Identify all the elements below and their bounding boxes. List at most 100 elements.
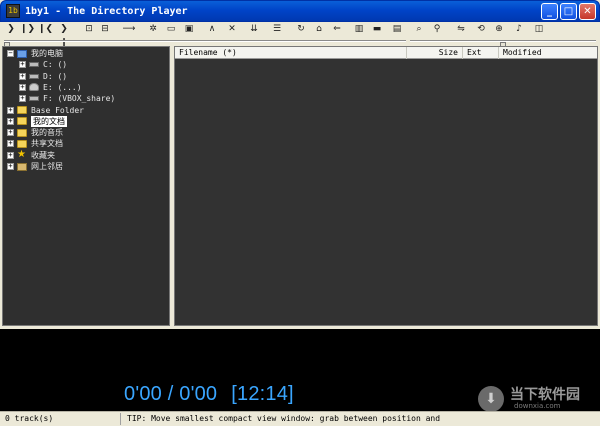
- column-modified[interactable]: Modified: [499, 47, 597, 59]
- minimize-button[interactable]: _: [541, 3, 558, 20]
- watermark: ⬇ 当下软件园 downxia.com: [478, 384, 593, 414]
- play-pause-icon[interactable]: ❙❯: [20, 22, 35, 36]
- panel-icon[interactable]: ◫: [532, 22, 546, 36]
- tree-item-label: 收藏夹: [31, 150, 55, 160]
- tree-item-label: 我的音乐: [31, 128, 63, 138]
- volume-icon[interactable]: ♪: [512, 22, 526, 36]
- tree-item-label: F: (VBOX_share): [43, 94, 116, 104]
- tree-item[interactable]: + E: (...): [19, 82, 82, 93]
- goto-icon[interactable]: ⟶: [122, 22, 136, 36]
- view-compact-icon[interactable]: ▭: [164, 22, 178, 36]
- tree-item-label: 我的文档: [31, 115, 67, 127]
- tree-item-label: 网上邻居: [31, 162, 63, 171]
- playback-time: 0'00 / 0'00: [124, 383, 218, 405]
- bookmark-icon[interactable]: ▥: [352, 22, 366, 36]
- tree-expander-icon[interactable]: +: [19, 72, 26, 80]
- tree-expander-icon[interactable]: +: [7, 140, 14, 148]
- folder-icon: [17, 106, 27, 114]
- tree-item[interactable]: + F: (VBOX_share): [19, 93, 115, 104]
- net-icon: [17, 162, 27, 171]
- column-ext[interactable]: Ext: [463, 47, 499, 59]
- tree-item[interactable]: + 网上邻居: [7, 161, 63, 172]
- tree-expander-icon[interactable]: +: [19, 95, 26, 103]
- home-icon[interactable]: ⌂: [312, 22, 326, 36]
- tree-item-label: C: (): [43, 60, 68, 70]
- open-file-icon[interactable]: ⊡: [82, 22, 96, 36]
- loop-icon[interactable]: ⟲: [474, 22, 488, 36]
- folder-icon: [17, 139, 27, 148]
- tree-item[interactable]: + D: (): [19, 71, 67, 82]
- file-list[interactable]: Filename (*) Size Ext Modified: [174, 46, 598, 326]
- status-tip: TIP: Move smallest compact view window: …: [127, 414, 441, 423]
- tree-item[interactable]: + ★ 收藏夹: [7, 150, 55, 161]
- tree-item[interactable]: + 共享文档: [7, 138, 63, 149]
- download-arrow-icon: ⬇: [478, 386, 504, 412]
- tree-item[interactable]: + 我的文档: [7, 115, 67, 127]
- tree-expander-icon[interactable]: −: [7, 50, 14, 57]
- slider-row: [0, 36, 600, 50]
- title-bar[interactable]: 1b 1by1 - The Directory Player _ □ ✕: [0, 0, 600, 22]
- tree-expander-icon[interactable]: +: [7, 151, 14, 159]
- player-display[interactable]: 0'00 / 0'00 [12:14] ⬇ 当下软件园 downxia.com: [0, 329, 600, 414]
- watermark-text: 当下软件园: [510, 387, 580, 403]
- folder-tree[interactable]: − 我的电脑 + C: () + D: () + E: (...) + F: (VBOX_shar…: [2, 46, 170, 326]
- computer-icon: [17, 49, 27, 58]
- status-bar: 0 track(s) TIP: Move smallest compact vi…: [0, 411, 600, 426]
- volume-slider[interactable]: [410, 40, 596, 50]
- file-list-header: Filename (*) Size Ext Modified: [175, 47, 597, 59]
- tree-expander-icon[interactable]: +: [7, 163, 14, 170]
- close-x-icon[interactable]: ✕: [225, 22, 239, 36]
- time-display: 0'00 / 0'00 [12:14]: [124, 383, 294, 406]
- refresh-icon[interactable]: ↻: [294, 22, 308, 36]
- maximize-button[interactable]: □: [560, 3, 577, 20]
- settings-icon[interactable]: ✲: [146, 22, 160, 36]
- window-title: 1by1 - The Directory Player: [25, 5, 188, 17]
- drive-icon: [29, 62, 39, 68]
- drive-icon: [29, 73, 39, 79]
- equalizer-icon[interactable]: ⇋: [454, 22, 468, 36]
- tree-item[interactable]: − 我的电脑: [7, 48, 63, 59]
- clock: [12:14]: [231, 383, 294, 405]
- download-icon[interactable]: ⊕: [492, 22, 506, 36]
- find-icon[interactable]: ⚲: [430, 22, 444, 36]
- tree-item-label: E: (...): [43, 82, 82, 92]
- person-icon: [29, 83, 39, 92]
- folder-icon: [17, 117, 27, 126]
- tree-item-label: Base Folder: [31, 105, 84, 115]
- tree-item-label: D: (): [43, 71, 68, 81]
- star-icon: ★: [17, 149, 26, 161]
- bar-icon[interactable]: ▬: [370, 22, 384, 36]
- seek-slider[interactable]: [4, 40, 406, 50]
- tree-item-label: 我的电脑: [31, 49, 63, 58]
- folder-icon: [17, 128, 27, 137]
- column-filename[interactable]: Filename (*): [175, 47, 407, 59]
- view-large-icon[interactable]: ▣: [182, 22, 196, 36]
- sort-icon[interactable]: ⇊: [247, 22, 261, 36]
- column-size[interactable]: Size: [407, 47, 463, 59]
- app-icon[interactable]: 1b: [6, 4, 20, 18]
- drive-icon: [29, 96, 39, 102]
- back-icon[interactable]: ⇐: [330, 22, 344, 36]
- tree-expander-icon[interactable]: +: [19, 61, 26, 69]
- open-folder-icon[interactable]: ⊟: [98, 22, 112, 36]
- status-divider: [120, 413, 121, 425]
- previous-icon[interactable]: ❙❮: [38, 22, 53, 36]
- tree-expander-icon[interactable]: +: [7, 106, 14, 114]
- tree-item-label: 共享文档: [31, 139, 63, 149]
- tree-item[interactable]: + C: (): [19, 59, 67, 70]
- search-icon[interactable]: ⌕: [412, 22, 426, 36]
- toolbar: ❯ ❙❯ ❙❮ ❯❙ ⊡ ⊟ ⟶ ✲ ▭ ▣ ∧ ✕ ⇊ ☰ ↻ ⌂ ⇐ ▥ ▬ ▤ ⌕ ⚲ ⇋ ⟲ ⊕ ♪ ◫: [0, 22, 600, 48]
- tree-expander-icon[interactable]: +: [19, 83, 26, 91]
- list-icon[interactable]: ☰: [270, 22, 284, 36]
- up-icon[interactable]: ∧: [205, 22, 219, 36]
- tree-item[interactable]: + 我的音乐: [7, 127, 63, 138]
- tree-expander-icon[interactable]: +: [7, 117, 14, 125]
- tree-item[interactable]: + Base Folder: [7, 105, 84, 116]
- watermark-subtext: downxia.com: [514, 402, 561, 410]
- play-icon[interactable]: ❯: [4, 22, 18, 36]
- tree-expander-icon[interactable]: +: [7, 129, 14, 137]
- next-icon[interactable]: ❯❙: [57, 22, 71, 48]
- track-count: 0 track(s): [5, 414, 54, 423]
- close-button[interactable]: ✕: [579, 3, 596, 20]
- folder-icon[interactable]: ▤: [390, 22, 404, 36]
